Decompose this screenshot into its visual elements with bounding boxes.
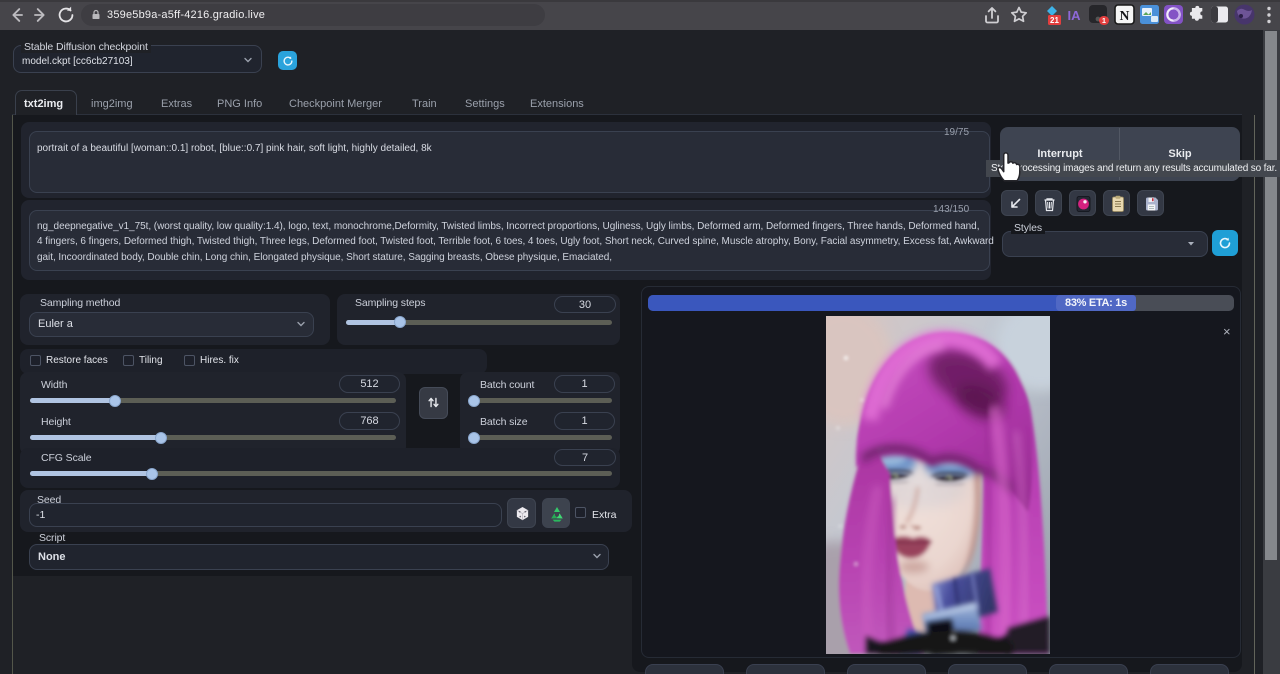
svg-text:IA: IA — [1068, 8, 1082, 23]
svg-text:N: N — [1120, 8, 1130, 23]
svg-text:21: 21 — [1050, 16, 1059, 25]
svg-text:1: 1 — [1102, 16, 1106, 25]
